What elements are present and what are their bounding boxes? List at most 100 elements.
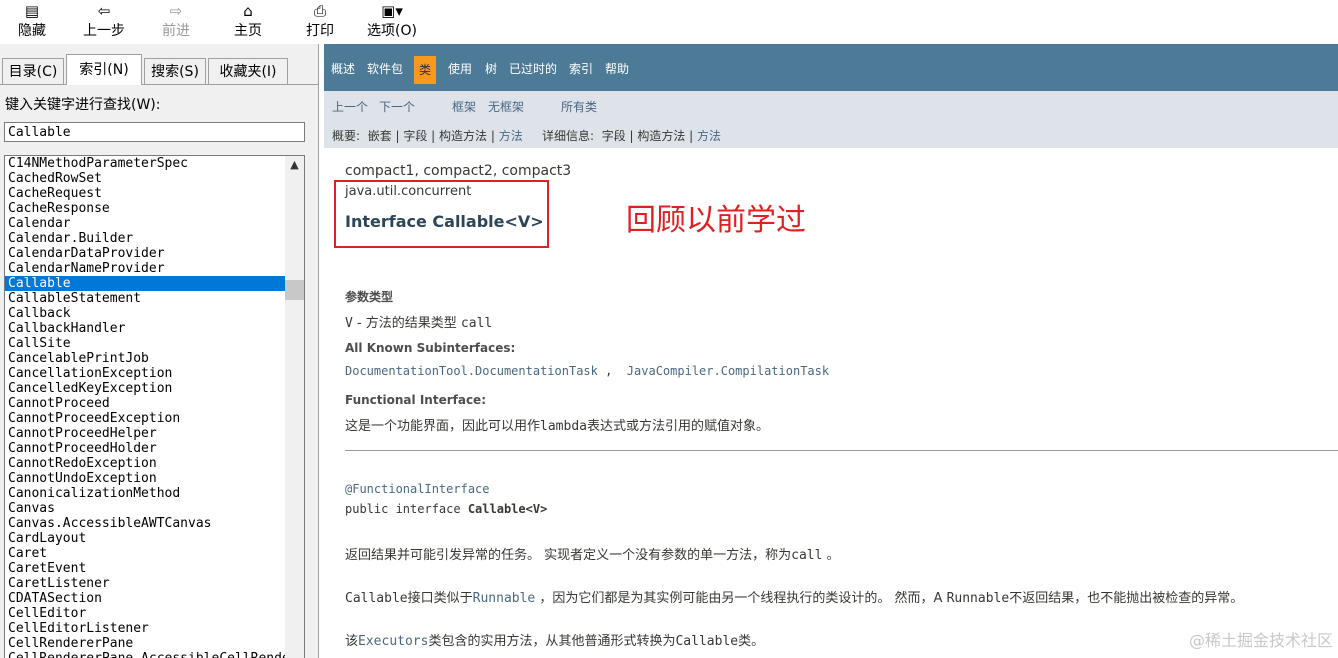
list-item[interactable]: CaretListener [5,576,285,591]
nav-help[interactable]: 帮助 [605,61,629,77]
hide-button[interactable]: ▤ 隐藏 [12,0,52,44]
tab-favorites[interactable]: 收藏夹(I) [208,58,288,84]
index-list[interactable]: C14NMethodParameterSpec CachedRowSet Cache… [4,155,305,658]
nav-use[interactable]: 使用 [448,61,472,77]
nav-deprecated[interactable]: 已过时的 [509,61,557,77]
list-item[interactable]: CalendarDataProvider [5,246,285,261]
scroll-up-icon[interactable]: ▲ [285,156,304,173]
list-item[interactable]: CDATASection [5,591,285,606]
desc2-text-b: ，因为它们都是为其实例可能由另一个线程执行的类设计的。 然而，A [535,591,947,606]
nav-overview[interactable]: 概述 [331,61,355,77]
list-item[interactable]: CacheRequest [5,186,285,201]
desc2-text-a: 接口类似于 [407,591,473,606]
desc3-text-a: 该 [345,634,359,649]
list-item[interactable]: CellEditorListener [5,621,285,636]
type-param-call: call [460,316,493,331]
list-item[interactable]: Callable [5,276,285,291]
list-item[interactable]: CannotProceedException [5,411,285,426]
list-item[interactable]: CallableStatement [5,291,285,306]
summary-method-link[interactable]: 方法 [499,129,523,143]
list-item[interactable]: C14NMethodParameterSpec [5,156,285,171]
document-pane: 概述 软件包 类 使用 树 已过时的 索引 帮助 上一个 下一个 框架 无框架 … [324,44,1338,658]
list-item[interactable]: CannotUndoException [5,471,285,486]
back-button[interactable]: ⇦ 上一步 [78,0,130,44]
nav-package[interactable]: 软件包 [367,61,403,77]
subinterface-link-compilation-task[interactable]: JavaCompiler.CompilationTask [627,364,829,378]
tab-search[interactable]: 搜索(S) [144,58,206,84]
list-item[interactable]: Callback [5,306,285,321]
description-para-3: 该Executors类包含的实用方法，从其他普通形式转换为Callable类。 [345,630,764,649]
keyword-search-input[interactable]: Callable [4,122,305,142]
tab-contents[interactable]: 目录(C) [2,58,64,84]
list-item[interactable]: CellEditor [5,606,285,621]
list-item[interactable]: CannotProceed [5,396,285,411]
list-item[interactable]: CancelablePrintJob [5,351,285,366]
list-item[interactable]: CaretEvent [5,561,285,576]
list-item[interactable]: CellRendererPane [5,636,285,651]
tab-index[interactable]: 索引(N) [66,54,142,85]
detail-label: 详细信息: [542,129,595,143]
list-item[interactable]: CannotRedoException [5,456,285,471]
nav-index[interactable]: 索引 [569,61,593,77]
list-item[interactable]: CellRendererPane.AccessibleCellRendererP… [5,651,304,658]
runnable-link[interactable]: Runnable [473,591,536,606]
profiles-text: compact1, compact2, compact3 [345,163,572,179]
subinterfaces-heading: All Known Subinterfaces: [345,341,516,355]
executors-link[interactable]: Executors [358,634,428,649]
all-classes-link[interactable]: 所有类 [561,99,597,115]
list-item[interactable]: CancelledKeyException [5,381,285,396]
no-frames-link[interactable]: 无框架 [488,99,524,115]
detail-items: 字段 | 构造方法 | [601,129,698,143]
list-item[interactable]: CannotProceedHelper [5,426,285,441]
desc3-text-b: 类包含的实用方法，从其他普通形式转换为 [428,634,676,649]
options-icon: ▣▾ [381,2,403,20]
scroll-thumb[interactable] [285,280,304,300]
list-item[interactable]: Caret [5,546,285,561]
nav-tree[interactable]: 树 [485,61,497,77]
prev-class-link[interactable]: 上一个 [332,99,368,115]
subinterface-separator: , [597,364,620,378]
functional-interface-heading: Functional Interface: [345,393,486,407]
search-label: 键入关键字进行查找(W): [5,97,161,113]
subinterface-link-documentation-task[interactable]: DocumentationTool.DocumentationTask [345,364,598,378]
list-item[interactable]: CancellationException [5,366,285,381]
detail-method-link[interactable]: 方法 [697,129,721,143]
list-item[interactable]: Calendar.Builder [5,231,285,246]
interface-declaration: public interface Callable<V> [345,502,547,516]
home-button[interactable]: ⌂ 主页 [228,0,268,44]
desc3-code: Callable [675,634,739,649]
list-item[interactable]: CanonicalizationMethod [5,486,285,501]
detail-nav: 详细信息: 字段 | 构造方法 | 方法 [542,128,721,144]
list-item[interactable]: Canvas.AccessibleAWTCanvas [5,516,285,531]
list-item[interactable]: CallSite [5,336,285,351]
list-item[interactable]: CalendarNameProvider [5,261,285,276]
highlight-box [334,180,549,248]
next-class-link[interactable]: 下一个 [379,99,415,115]
desc2-code-runnable: Runnable [946,591,1010,606]
index-list-items: C14NMethodParameterSpec CachedRowSet Cache… [5,156,304,658]
frames-link[interactable]: 框架 [452,99,476,115]
declaration-keywords: public interface [345,502,468,516]
type-param-desc: - 方法的结果类型 [352,316,461,331]
index-list-scrollbar[interactable]: ▲ [285,156,304,658]
description-para-2: Callable接口类似于Runnable ，因为它们都是为其实例可能由另一个线… [345,587,1243,606]
options-button[interactable]: ▣▾ 选项(O) [360,0,424,44]
list-item[interactable]: CachedRowSet [5,171,285,186]
type-params-heading: 参数类型 [345,290,394,304]
forward-button[interactable]: ⇨ 前进 [156,0,196,44]
list-item[interactable]: CacheResponse [5,201,285,216]
list-item[interactable]: CannotProceedHolder [5,441,285,456]
desc3-text-c: 类。 [738,634,765,649]
list-item[interactable]: CardLayout [5,531,285,546]
type-param-code: V [345,316,353,331]
functional-interface-annotation-link[interactable]: @FunctionalInterface [345,482,490,496]
declaration-name: Callable<V> [467,502,548,516]
functional-desc-post: 表达式或方法引用的赋值对象。 [586,419,769,434]
section-divider [345,450,1338,451]
print-button[interactable]: ⎙ 打印 [300,0,340,44]
list-item[interactable]: CallbackHandler [5,321,285,336]
list-item[interactable]: Calendar [5,216,285,231]
functional-desc-pre: 这是一个功能界面，因此可以用作 [345,419,541,434]
list-item[interactable]: Canvas [5,501,285,516]
functional-desc-code: lambda [540,419,587,434]
